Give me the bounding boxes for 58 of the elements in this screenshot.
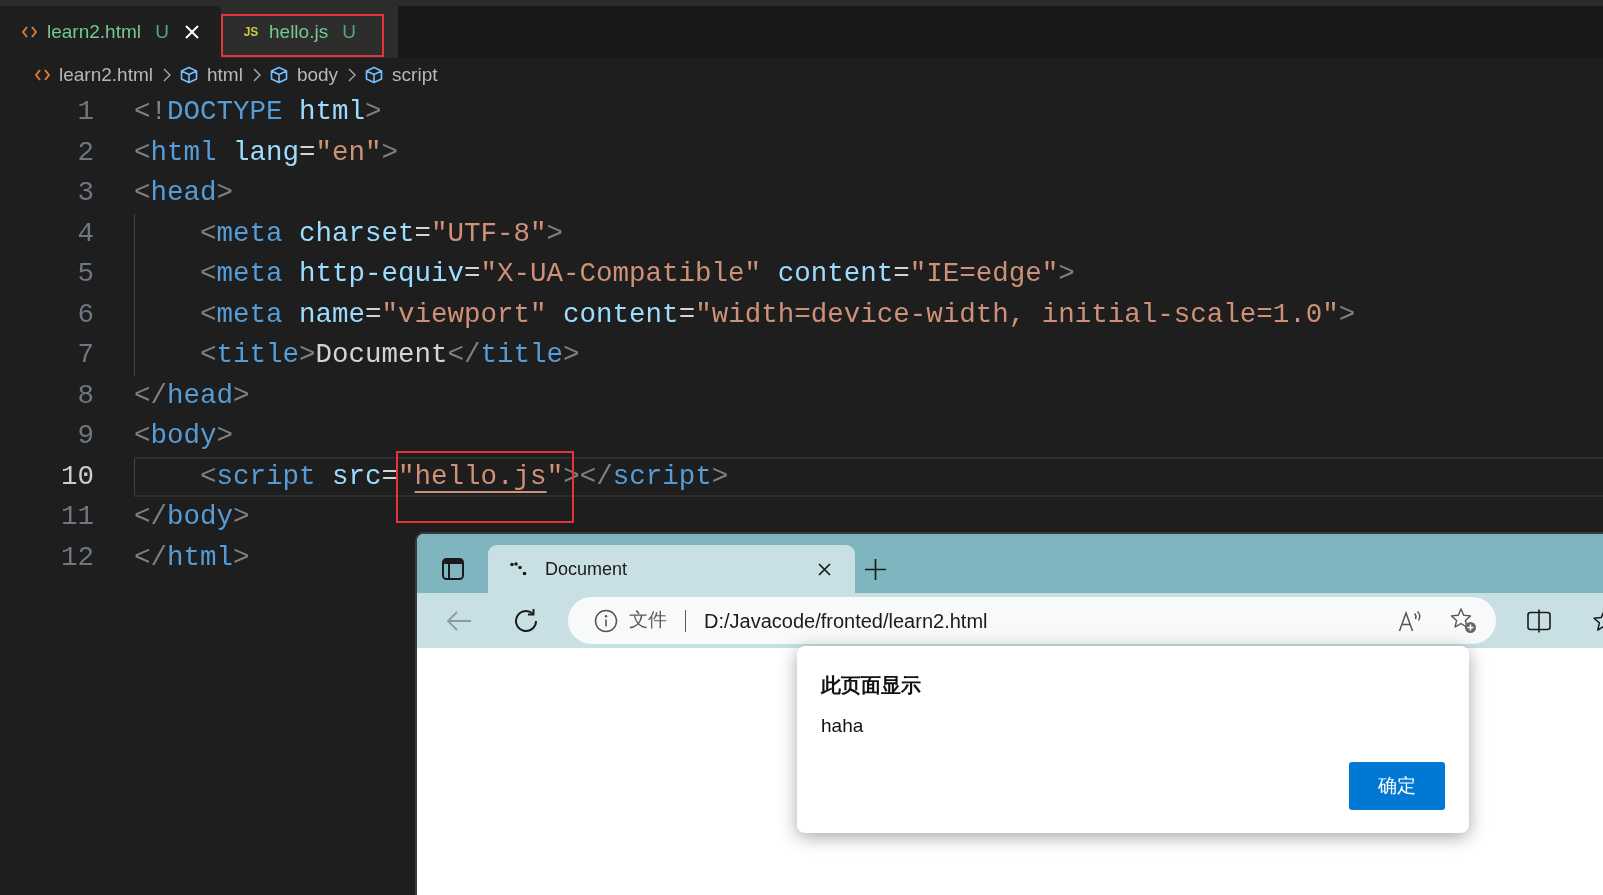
add-favorite-icon[interactable] [1450, 607, 1477, 634]
code-line: <meta http-equiv="X-UA-Compatible" content="IE=edge"> [200, 257, 1075, 291]
ok-button[interactable]: 确定 [1349, 762, 1445, 810]
code-line: <body> [134, 419, 234, 453]
line-number: 4 [76, 216, 94, 251]
breadcrumb-item[interactable]: script [392, 60, 438, 90]
code-line: <meta charset="UTF-8"> [200, 216, 564, 251]
code-line: </head> [134, 378, 250, 413]
loading-dots-icon [510, 562, 528, 576]
code-line: <html lang="en"> [134, 135, 399, 170]
dialog-message: haha [821, 714, 865, 738]
cube-icon [180, 66, 198, 84]
breadcrumb-item[interactable]: learn2.html [59, 60, 153, 90]
line-number: 9 [76, 419, 94, 453]
tab-label: learn2.html [47, 19, 141, 44]
split-screen-icon[interactable] [1527, 608, 1551, 633]
line-number: 7 [76, 338, 94, 372]
close-icon[interactable] [818, 562, 831, 576]
line-number: 1 [76, 95, 94, 129]
code-line: <!DOCTYPE html> [134, 95, 382, 129]
security-label: 文件 [629, 608, 667, 633]
code-line: <head> [134, 176, 234, 210]
address-bar[interactable]: 文件 D:/Javacode/fronted/learn2.html [568, 597, 1496, 644]
file-type-label: JS [243, 24, 259, 41]
code-line: <meta name="viewport" content="width=device-width, initial-scale=1.0"> [200, 297, 1356, 332]
code-line: <title>Document</title> [200, 338, 580, 372]
dialog-title: 此页面显示 [821, 673, 922, 698]
code-line: </body> [134, 500, 250, 534]
line-number: 11 [60, 500, 94, 534]
line-number: 6 [76, 297, 94, 332]
line-number: 10 [60, 459, 94, 494]
cube-icon [269, 66, 288, 84]
line-number: 12 [60, 540, 94, 575]
url-text: D:/Javacode/fronted/learn2.html [704, 608, 989, 634]
code-brackets-icon [22, 26, 37, 38]
editor-tab[interactable]: JS hello.js U [221, 6, 399, 58]
cube-icon [365, 66, 384, 84]
reload-icon[interactable] [513, 607, 539, 634]
line-number: 2 [76, 135, 94, 170]
chevron-right-icon [252, 68, 261, 82]
line-number: 5 [76, 257, 94, 291]
tab-label: hello.js [269, 19, 329, 44]
browser-tab[interactable]: Document [488, 545, 855, 593]
new-tab-icon[interactable] [865, 558, 886, 580]
code-brackets-icon [35, 69, 50, 81]
line-number: 3 [76, 176, 94, 210]
code-line: </html> [134, 540, 250, 575]
breadcrumb-item[interactable]: body [296, 60, 339, 90]
chevron-right-icon [163, 68, 171, 82]
sidebar-toggle-icon[interactable] [441, 558, 464, 580]
line-number: 8 [76, 378, 94, 413]
read-aloud-icon[interactable] [1398, 609, 1423, 632]
editor-tab[interactable]: learn2.html U [0, 6, 221, 58]
git-status-label: U [342, 19, 357, 44]
chevron-right-icon [348, 68, 357, 82]
git-status-label: U [155, 19, 169, 44]
breadcrumb-item[interactable]: html [207, 60, 243, 90]
info-icon[interactable] [594, 608, 618, 633]
